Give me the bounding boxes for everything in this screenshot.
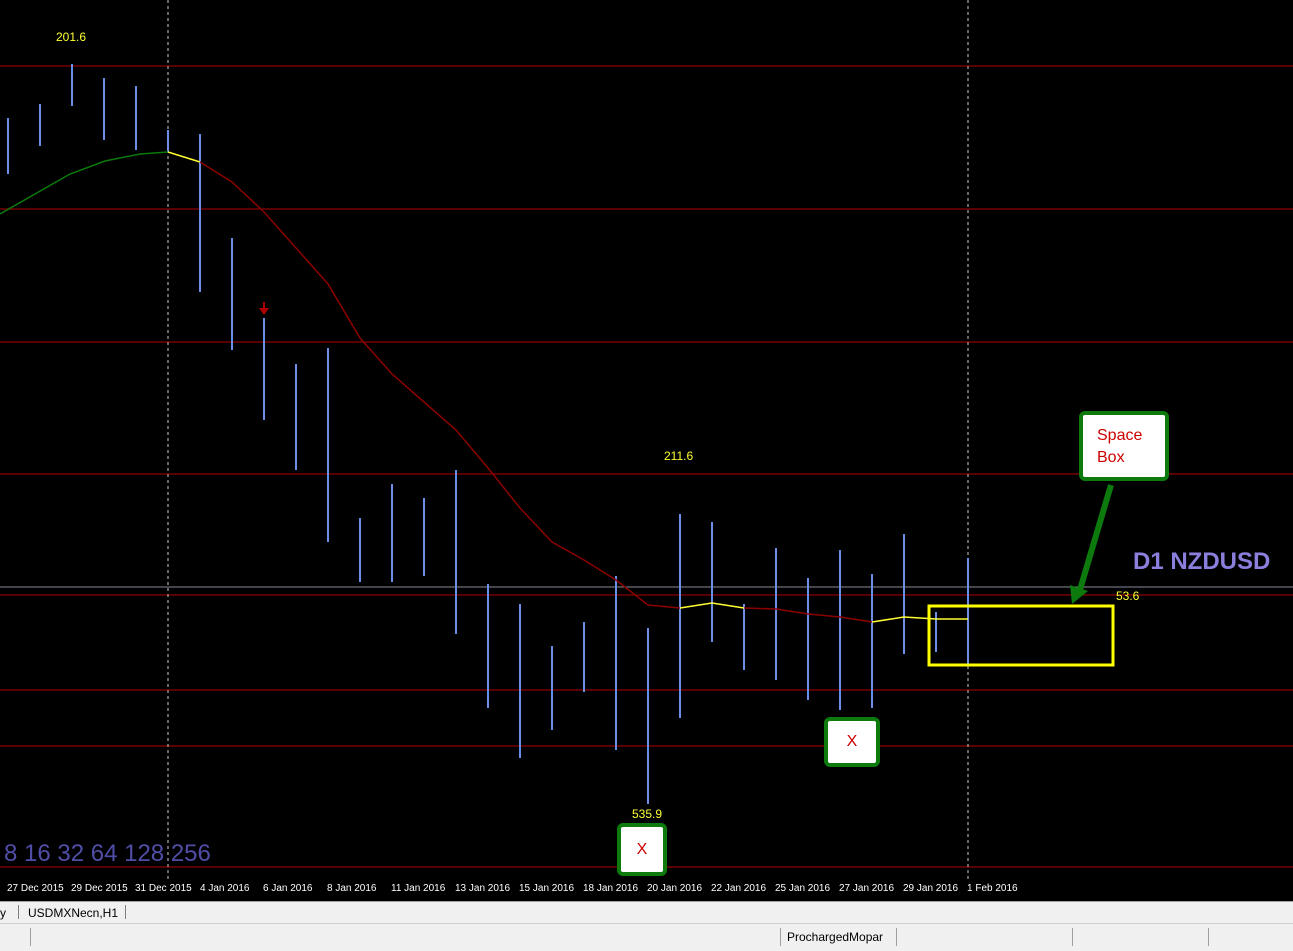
space-box-rectangle[interactable] (927, 604, 1115, 667)
space-box-arrow (1070, 484, 1114, 604)
chart-tab-usdmxn[interactable]: USDMXNecn,H1 (28, 906, 118, 920)
time-label: 11 Jan 2016 (391, 883, 446, 894)
status-user: ProchargedMopar (780, 928, 897, 946)
tab-separator (18, 905, 19, 919)
time-label: 6 Jan 2016 (263, 883, 313, 894)
price-label-mid: 211.6 (664, 449, 694, 463)
fib-sequence-text: 8 16 32 64 128 256 (4, 840, 211, 867)
status-cell (1208, 928, 1285, 946)
moving-average-line (167, 151, 201, 163)
time-label: 20 Jan 2016 (647, 883, 703, 894)
time-label: 4 Jan 2016 (200, 883, 250, 894)
x-marker-callout: X (617, 823, 667, 876)
time-label: 8 Jan 2016 (327, 883, 377, 894)
time-label: 25 Jan 2016 (775, 883, 831, 894)
moving-average-line (199, 161, 681, 609)
time-label: 31 Dec 2015 (135, 883, 192, 894)
time-label: 18 Jan 2016 (583, 883, 639, 894)
time-label: 1 Feb 2016 (967, 883, 1018, 894)
time-label: 27 Jan 2016 (839, 883, 895, 894)
status-cell (30, 928, 781, 946)
time-label: 29 Jan 2016 (903, 883, 959, 894)
chart-window[interactable]: 201.6 211.6 53.6 535.9 D1 NZDUSD 8 16 32… (0, 0, 1293, 951)
tab-separator (125, 905, 126, 919)
status-cell (1072, 928, 1209, 946)
moving-average-line (0, 151, 169, 215)
time-label: 15 Jan 2016 (519, 883, 575, 894)
price-label-box: 53.6 (1116, 589, 1140, 603)
price-label-high: 201.6 (56, 30, 87, 44)
price-label-low: 535.9 (632, 807, 663, 821)
x-marker-callout: X (824, 717, 880, 767)
chart-tab[interactable]: y (0, 906, 6, 920)
space-box-callout: Space Box (1079, 411, 1169, 481)
down-arrow-icon (259, 302, 269, 315)
time-axis: 27 Dec 2015 29 Dec 2015 31 Dec 2015 4 Ja… (0, 879, 1293, 901)
symbol-timeframe-label: D1 NZDUSD (1133, 548, 1271, 575)
time-label: 29 Dec 2015 (71, 883, 128, 894)
moving-average-line (871, 616, 968, 623)
status-cell (896, 928, 1073, 946)
chart-tabs-bar: y USDMXNecn,H1 (0, 901, 1293, 924)
time-label: 27 Dec 2015 (7, 883, 64, 894)
status-cell (0, 928, 30, 946)
status-bar: ProchargedMopar (0, 923, 1293, 951)
time-label: 13 Jan 2016 (455, 883, 511, 894)
time-label: 22 Jan 2016 (711, 883, 767, 894)
